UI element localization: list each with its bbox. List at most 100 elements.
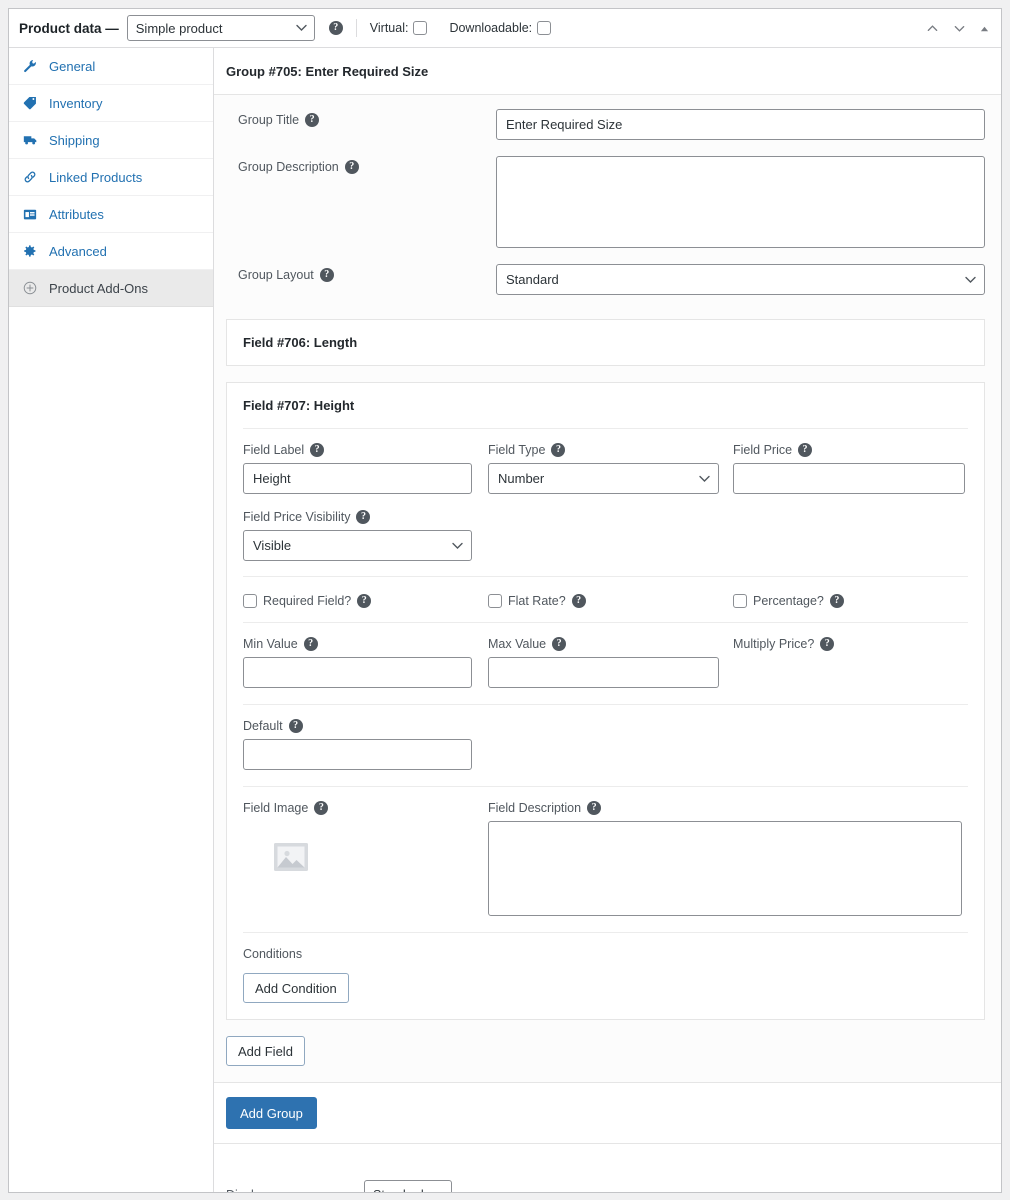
- field-type-select[interactable]: Number: [488, 463, 719, 494]
- divider: [243, 576, 968, 577]
- help-icon[interactable]: ?: [572, 594, 586, 608]
- display-groups-bar: Display groups as Standard: [214, 1144, 1001, 1192]
- help-icon[interactable]: ?: [830, 594, 844, 608]
- price-visibility-label: Field Price Visibility: [243, 510, 350, 524]
- help-icon[interactable]: ?: [551, 443, 565, 457]
- chevron-down-icon: [296, 25, 307, 32]
- percentage-checkbox[interactable]: [733, 594, 747, 608]
- sidebar-item-attributes[interactable]: Attributes: [9, 196, 213, 233]
- sidebar-item-advanced[interactable]: Advanced: [9, 233, 213, 270]
- product-type-select[interactable]: Simple product: [127, 15, 315, 41]
- field-basic-row: Field Label ? Field Type ?: [243, 443, 968, 494]
- field-image-upload[interactable]: [271, 837, 311, 877]
- sidebar-item-label: Product Add-Ons: [49, 281, 148, 296]
- link-icon: [23, 170, 41, 184]
- help-icon[interactable]: ?: [305, 113, 319, 127]
- group-description-textarea[interactable]: [496, 156, 985, 248]
- product-addons-panel: Group #705: Enter Required Size Group Ti…: [214, 48, 1001, 1192]
- help-icon[interactable]: ?: [820, 637, 834, 651]
- group-layout-label-wrap: Group Layout ?: [238, 264, 496, 282]
- sidebar-item-linked-products[interactable]: Linked Products: [9, 159, 213, 196]
- add-group-button[interactable]: Add Group: [226, 1097, 317, 1129]
- chevron-down-icon[interactable]: [953, 22, 966, 35]
- max-value-input[interactable]: [488, 657, 719, 688]
- divider: [243, 622, 968, 623]
- sidebar-item-shipping[interactable]: Shipping: [9, 122, 213, 159]
- help-icon[interactable]: ?: [310, 443, 324, 457]
- divider: [243, 932, 968, 933]
- help-icon[interactable]: ?: [329, 21, 343, 35]
- field-price-label: Field Price: [733, 443, 792, 457]
- virtual-checkbox[interactable]: [413, 21, 427, 35]
- group-layout-select[interactable]: Standard: [496, 264, 985, 295]
- downloadable-checkbox-group[interactable]: Downloadable:: [449, 21, 551, 35]
- field-card[interactable]: Field #706: Length: [226, 319, 985, 366]
- product-data-metabox: Product data — Simple product ? Virtual:…: [8, 8, 1002, 1193]
- divider: [243, 704, 968, 705]
- group-title-input[interactable]: [496, 109, 985, 140]
- sidebar-item-product-add-ons[interactable]: Product Add-Ons: [9, 270, 213, 307]
- field-price-group: Field Price ?: [733, 443, 966, 494]
- field-heading[interactable]: Field #707: Height: [227, 383, 984, 428]
- chevron-down-icon: [965, 276, 976, 283]
- help-icon[interactable]: ?: [320, 268, 334, 282]
- divider: [356, 19, 357, 37]
- help-icon[interactable]: ?: [289, 719, 303, 733]
- help-icon[interactable]: ?: [798, 443, 812, 457]
- flat-rate-checkbox-group[interactable]: Flat Rate? ?: [488, 594, 733, 608]
- grid-icon: [23, 208, 41, 221]
- virtual-checkbox-group[interactable]: Virtual:: [370, 21, 428, 35]
- divider: [243, 428, 968, 429]
- group-layout-label: Group Layout: [238, 268, 314, 282]
- required-field-checkbox[interactable]: [243, 594, 257, 608]
- group-description-row: Group Description ?: [226, 156, 985, 248]
- help-icon[interactable]: ?: [304, 637, 318, 651]
- help-icon[interactable]: ?: [356, 510, 370, 524]
- field-description-label-wrap: Field Description ?: [488, 801, 968, 815]
- sidebar-item-general[interactable]: General: [9, 48, 213, 85]
- display-groups-select[interactable]: Standard: [364, 1180, 452, 1192]
- default-value-input[interactable]: [243, 739, 472, 770]
- min-value-input[interactable]: [243, 657, 472, 688]
- field-media-row: Field Image ?: [243, 801, 968, 916]
- field-label-input[interactable]: [243, 463, 472, 494]
- help-icon[interactable]: ?: [345, 160, 359, 174]
- display-groups-value: Standard: [373, 1188, 424, 1192]
- truck-icon: [23, 133, 41, 147]
- product-data-tabs: General Inventory Shipping Linked Produc…: [9, 48, 214, 1192]
- metabox-body: General Inventory Shipping Linked Produc…: [9, 48, 1001, 1192]
- field-settings: Field Label ? Field Type ?: [227, 428, 984, 1019]
- add-field-button[interactable]: Add Field: [226, 1036, 305, 1066]
- product-type-value: Simple product: [136, 21, 223, 36]
- sidebar-item-label: Linked Products: [49, 170, 142, 185]
- price-visibility-select[interactable]: Visible: [243, 530, 472, 561]
- tag-icon: [23, 96, 41, 110]
- field-description-label: Field Description: [488, 801, 581, 815]
- multiply-price-label-wrap: Multiply Price? ?: [733, 637, 966, 651]
- field-description-textarea[interactable]: [488, 821, 962, 916]
- flat-rate-label: Flat Rate?: [508, 594, 566, 608]
- field-flags-row: Required Field? ? Flat Rate? ? Percentag…: [243, 591, 968, 608]
- field-label-group: Field Label ?: [243, 443, 488, 494]
- help-icon[interactable]: ?: [314, 801, 328, 815]
- sidebar-item-inventory[interactable]: Inventory: [9, 85, 213, 122]
- required-field-checkbox-group[interactable]: Required Field? ?: [243, 594, 488, 608]
- flat-rate-checkbox[interactable]: [488, 594, 502, 608]
- add-condition-button[interactable]: Add Condition: [243, 973, 349, 1003]
- sidebar-item-label: Attributes: [49, 207, 104, 222]
- display-groups-label: Display groups as: [226, 1188, 364, 1192]
- help-icon[interactable]: ?: [587, 801, 601, 815]
- downloadable-checkbox[interactable]: [537, 21, 551, 35]
- plus-circle-icon: [23, 281, 41, 295]
- field-label-label-wrap: Field Label ?: [243, 443, 488, 457]
- conditions-group: Conditions Add Condition: [243, 947, 968, 1003]
- help-icon[interactable]: ?: [357, 594, 371, 608]
- help-icon[interactable]: ?: [552, 637, 566, 651]
- chevron-up-icon[interactable]: [926, 22, 939, 35]
- field-price-input[interactable]: [733, 463, 965, 494]
- page-title: Product data —: [19, 21, 119, 36]
- required-field-label: Required Field?: [263, 594, 351, 608]
- field-image-label: Field Image: [243, 801, 308, 815]
- percentage-checkbox-group[interactable]: Percentage? ?: [733, 594, 966, 608]
- triangle-up-toggle-icon[interactable]: [980, 24, 989, 33]
